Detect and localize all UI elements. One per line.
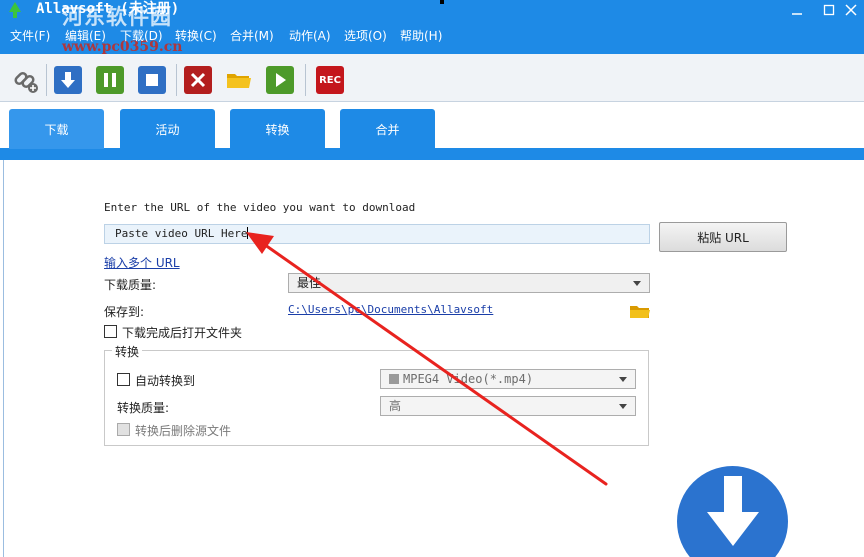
delete-source-label: 转换后删除源文件 bbox=[135, 424, 232, 438]
convert-format-select[interactable]: MPEG4 Video(*.mp4) bbox=[380, 369, 636, 389]
download-quality-label: 下载质量: bbox=[104, 278, 157, 292]
menu-action[interactable]: 动作(A) bbox=[289, 27, 331, 45]
stop-button[interactable] bbox=[138, 66, 166, 94]
tab-merge[interactable]: 合并 bbox=[340, 109, 435, 149]
menu-edit[interactable]: 编辑(E) bbox=[65, 27, 106, 45]
menu-convert[interactable]: 转换(C) bbox=[175, 27, 217, 45]
convert-quality-label: 转换质量: bbox=[117, 401, 170, 415]
download-quality-select[interactable]: 最佳 bbox=[288, 273, 650, 293]
save-path-link[interactable]: C:\Users\pc\Documents\Allavsoft bbox=[288, 303, 493, 316]
title-separator bbox=[440, 0, 444, 4]
convert-group-title: 转换 bbox=[112, 343, 143, 360]
browse-folder-icon[interactable] bbox=[629, 303, 651, 319]
delete-button[interactable] bbox=[184, 66, 212, 94]
tab-convert[interactable]: 转换 bbox=[230, 109, 325, 149]
save-to-label: 保存到: bbox=[104, 305, 145, 319]
open-folder-checkbox[interactable] bbox=[104, 325, 117, 338]
auto-convert-checkbox[interactable] bbox=[117, 373, 130, 386]
menu-options[interactable]: 选项(O) bbox=[344, 27, 387, 45]
record-button[interactable]: REC bbox=[316, 66, 344, 94]
minimize-button[interactable] bbox=[780, 0, 814, 20]
app-logo-icon bbox=[9, 2, 21, 18]
auto-convert-label: 自动转换到 bbox=[135, 374, 196, 388]
download-arrow-icon bbox=[706, 476, 759, 546]
menu-file[interactable]: 文件(F) bbox=[10, 27, 50, 45]
minimize-icon bbox=[792, 13, 802, 15]
menu-merge[interactable]: 合并(M) bbox=[230, 27, 274, 45]
menu-download[interactable]: 下载(D) bbox=[120, 27, 163, 45]
multi-url-link[interactable]: 输入多个 URL bbox=[104, 254, 180, 271]
text-caret bbox=[247, 227, 249, 239]
pause-button[interactable] bbox=[96, 66, 124, 94]
convert-quality-select[interactable]: 高 bbox=[380, 396, 636, 416]
chevron-down-icon bbox=[633, 281, 641, 286]
download-arrow-icon bbox=[61, 72, 75, 88]
url-input[interactable]: Paste video URL Here bbox=[104, 224, 650, 244]
add-link-button[interactable] bbox=[12, 66, 40, 94]
tab-activity[interactable]: 活动 bbox=[120, 109, 215, 149]
tab-download[interactable]: 下载 bbox=[9, 109, 104, 149]
chevron-down-icon bbox=[619, 404, 627, 409]
menu-help[interactable]: 帮助(H) bbox=[400, 27, 442, 45]
play-icon bbox=[276, 73, 286, 87]
convert-format-value: MPEG4 Video(*.mp4) bbox=[403, 372, 534, 386]
folder-icon bbox=[227, 74, 251, 88]
toolbar-separator bbox=[176, 64, 177, 96]
paste-url-button[interactable]: 粘贴 URL bbox=[659, 222, 787, 252]
close-window-button[interactable] bbox=[834, 0, 864, 20]
pause-icon bbox=[104, 73, 116, 87]
delete-source-checkbox[interactable] bbox=[117, 423, 130, 436]
open-folder-button[interactable] bbox=[225, 66, 253, 94]
title-bar: Allavsoft (未注册) 河东软件园 www.pc0359.cn 文件(F… bbox=[0, 0, 864, 54]
delete-x-icon bbox=[190, 72, 206, 88]
open-folder-label: 下载完成后打开文件夹 bbox=[122, 326, 243, 340]
download-quality-value: 最佳 bbox=[297, 276, 322, 290]
url-prompt: Enter the URL of the video you want to d… bbox=[104, 201, 416, 214]
stop-icon bbox=[146, 74, 158, 86]
start-download-button[interactable] bbox=[54, 66, 82, 94]
video-file-icon bbox=[389, 374, 399, 384]
chevron-down-icon bbox=[619, 377, 627, 382]
tab-underline bbox=[0, 148, 864, 160]
play-button[interactable] bbox=[266, 66, 294, 94]
convert-quality-value: 高 bbox=[389, 399, 402, 413]
link-add-icon bbox=[14, 71, 38, 93]
menu-bar: 文件(F) 编辑(E) 下载(D) 转换(C) 合并(M) 动作(A) 选项(O… bbox=[0, 27, 864, 47]
window-title: Allavsoft (未注册) bbox=[36, 1, 180, 17]
toolbar-separator bbox=[46, 64, 47, 96]
url-input-text: Paste video URL Here bbox=[115, 227, 248, 240]
toolbar: REC bbox=[0, 54, 864, 102]
toolbar-separator bbox=[305, 64, 306, 96]
close-icon bbox=[845, 4, 857, 16]
